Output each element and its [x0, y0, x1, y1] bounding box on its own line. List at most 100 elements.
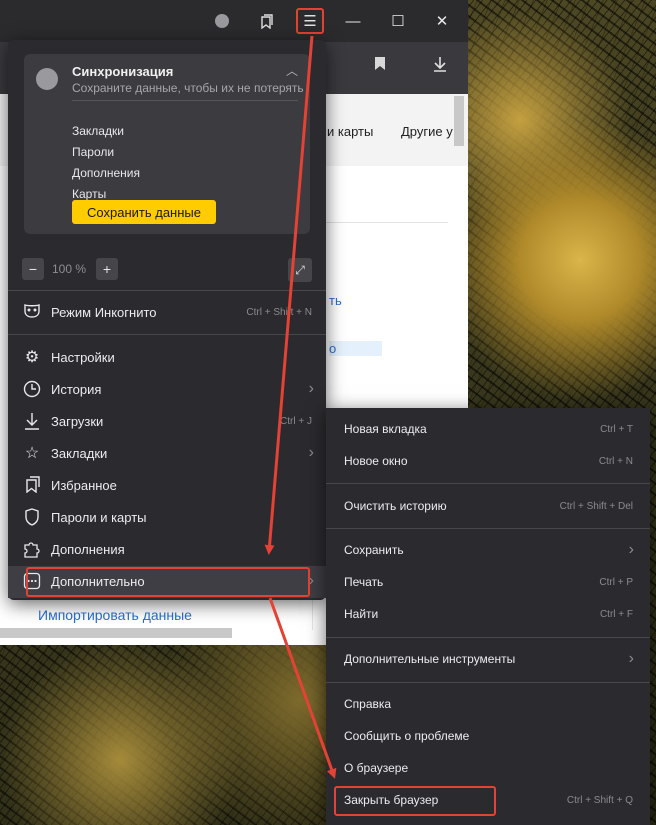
minimize-icon: — — [345, 12, 361, 30]
profile-button[interactable] — [208, 8, 236, 34]
mask-icon — [22, 303, 42, 323]
title-bar: ☰ — ☐ ✕ — [0, 0, 468, 42]
submenu-item-label: Найти — [344, 607, 379, 621]
maximize-button[interactable]: ☐ — [383, 8, 413, 34]
maximize-icon: ☐ — [391, 13, 405, 30]
submenu-item-more-tools[interactable]: Дополнительные инструменты › — [326, 644, 650, 676]
menu-item-passwords[interactable]: Пароли и карты — [8, 502, 326, 534]
submenu-item-new-window[interactable]: Новое окно Ctrl + N — [326, 446, 650, 478]
page-link[interactable]: ть — [329, 293, 342, 308]
menu-item-label: Закладки — [51, 446, 108, 461]
collections-button[interactable] — [252, 8, 280, 34]
divider — [326, 528, 650, 529]
bookmark-icon[interactable] — [374, 56, 386, 76]
download-icon — [22, 412, 42, 432]
menu-item-bookmarks[interactable]: ☆ Закладки › — [8, 438, 326, 470]
chevron-right-icon: › — [628, 650, 634, 667]
download-icon[interactable] — [432, 56, 448, 77]
submenu-item-label: Сохранить — [344, 543, 404, 557]
divider — [72, 100, 298, 101]
submenu-item-shortcut: Ctrl + N — [598, 456, 633, 467]
menu-item-downloads[interactable]: Загрузки Ctrl + J — [8, 406, 326, 438]
minimize-button[interactable]: — — [338, 8, 368, 34]
menu-item-label: Режим Инкогнито — [51, 305, 157, 320]
submenu-item-label: Новая вкладка — [344, 422, 427, 436]
chevron-right-icon: › — [628, 541, 634, 558]
submenu-item-report-problem[interactable]: Сообщить о проблеме — [326, 721, 650, 753]
bookmark-item[interactable]: Другие у — [401, 124, 453, 139]
submenu-item-label: Дополнительные инструменты — [344, 652, 516, 666]
submenu-item-label: Очистить историю — [344, 499, 447, 513]
divider — [326, 637, 650, 638]
menu-item-favorites[interactable]: Избранное — [8, 470, 326, 502]
gear-icon: ⚙ — [24, 349, 40, 366]
submenu-item-shortcut: Ctrl + T — [600, 424, 633, 435]
divider — [326, 682, 650, 683]
zoom-out-button[interactable]: − — [22, 258, 44, 280]
import-data-link[interactable]: Импортировать данные — [38, 607, 192, 623]
highlight-box-more — [26, 567, 310, 597]
chevron-right-icon: › — [308, 380, 314, 397]
submenu-item-shortcut: Ctrl + Shift + Del — [559, 501, 633, 512]
menu-item-shortcut: Ctrl + J — [280, 416, 312, 427]
submenu-item-label: Печать — [344, 575, 384, 589]
main-menu-button[interactable]: ☰ — [296, 8, 324, 34]
submenu-item-label: Справка — [344, 697, 392, 711]
page-link[interactable]: о — [329, 341, 383, 356]
submenu-item-clear-history[interactable]: Очистить историю Ctrl + Shift + Del — [326, 491, 650, 523]
submenu-item-label: Сообщить о проблеме — [344, 729, 470, 743]
divider — [326, 483, 650, 484]
sync-item: Закладки — [72, 124, 124, 138]
fullscreen-icon[interactable]: ⤢ — [288, 258, 312, 282]
submenu-item-about[interactable]: О браузере — [326, 753, 650, 785]
submenu-item-label: Новое окно — [344, 454, 408, 468]
menu-item-settings[interactable]: ⚙ Настройки — [8, 342, 326, 374]
submenu-item-shortcut: Ctrl + P — [599, 577, 633, 588]
save-data-button[interactable]: Сохранить данные — [72, 200, 216, 224]
sync-title[interactable]: Синхронизация — [72, 64, 173, 79]
submenu-item-help[interactable]: Справка — [326, 689, 650, 721]
menu-item-history[interactable]: История › — [8, 374, 326, 406]
menu-item-label: История — [51, 382, 102, 397]
divider — [8, 290, 326, 291]
menu-item-extensions[interactable]: Дополнения — [8, 534, 326, 566]
menu-item-label: Загрузки — [51, 414, 104, 429]
submenu-item-shortcut: Ctrl + Shift + Q — [566, 795, 633, 806]
sync-item: Карты — [72, 187, 107, 201]
sync-item: Дополнения — [72, 166, 140, 180]
menu-item-incognito[interactable]: Режим Инкогнито Ctrl + Shift + N — [8, 297, 326, 329]
chevron-up-icon[interactable]: ︿ — [286, 62, 298, 79]
collections-icon — [261, 13, 273, 29]
clock-icon — [22, 380, 42, 400]
submenu-item-save[interactable]: Сохранить › — [326, 535, 650, 567]
sync-card: Синхронизация Сохраните данные, чтобы их… — [24, 54, 310, 234]
highlight-box-close — [334, 786, 496, 816]
menu-item-shortcut: Ctrl + Shift + N — [246, 307, 312, 318]
menu-item-label: Избранное — [51, 478, 117, 493]
main-menu: Синхронизация Сохраните данные, чтобы их… — [8, 40, 326, 600]
chevron-right-icon: › — [308, 444, 314, 461]
hamburger-icon: ☰ — [303, 13, 317, 30]
zoom-controls: − 100 % + ⤢ — [8, 250, 326, 290]
menu-item-label: Настройки — [51, 350, 115, 365]
star-icon: ☆ — [24, 445, 40, 462]
submenu-item-find[interactable]: Найти Ctrl + F — [326, 599, 650, 631]
submenu-item-print[interactable]: Печать Ctrl + P — [326, 567, 650, 599]
puzzle-icon — [22, 540, 42, 560]
more-submenu: Новая вкладка Ctrl + T Новое окно Ctrl +… — [326, 408, 650, 825]
close-window-button[interactable]: ✕ — [427, 8, 457, 34]
avatar-icon — [215, 14, 229, 28]
divider — [8, 334, 326, 335]
zoom-level: 100 % — [52, 262, 87, 276]
avatar-icon — [36, 68, 58, 90]
menu-item-label: Дополнения — [51, 542, 125, 557]
bookmark-item[interactable]: и карты — [327, 124, 373, 139]
horizontal-scrollbar[interactable] — [0, 628, 232, 638]
sync-item: Пароли — [72, 145, 115, 159]
submenu-item-new-tab[interactable]: Новая вкладка Ctrl + T — [326, 414, 650, 446]
submenu-item-shortcut: Ctrl + F — [599, 609, 633, 620]
vertical-scrollbar[interactable] — [454, 96, 464, 146]
zoom-in-button[interactable]: + — [96, 258, 118, 280]
close-icon: ✕ — [435, 13, 449, 30]
key-icon — [22, 508, 42, 528]
